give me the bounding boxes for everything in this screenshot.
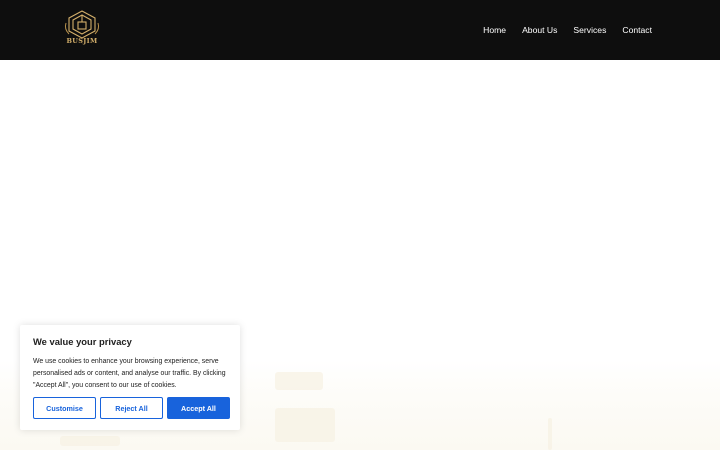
nav-services[interactable]: Services bbox=[573, 26, 606, 35]
hero-faded-graphic bbox=[275, 372, 323, 390]
hero-faded-graphic bbox=[60, 436, 120, 446]
logo-text: BUSJIM bbox=[66, 37, 98, 45]
page: BUSJIM Home About Us Services Contact We… bbox=[0, 0, 720, 450]
nav-about-us[interactable]: About Us bbox=[522, 26, 557, 35]
cookie-banner-actions: Customise Reject All Accept All bbox=[33, 397, 230, 419]
cookie-consent-banner: We value your privacy We use cookies to … bbox=[20, 325, 240, 430]
logo-emblem-icon bbox=[64, 10, 100, 39]
cookie-banner-title: We value your privacy bbox=[33, 336, 132, 347]
main-nav: Home About Us Services Contact bbox=[483, 0, 652, 60]
site-logo[interactable]: BUSJIM bbox=[62, 9, 102, 49]
cookie-banner-description: We use cookies to enhance your browsing … bbox=[33, 358, 226, 389]
hero-faded-graphic bbox=[548, 418, 552, 450]
hero-faded-graphic bbox=[275, 408, 335, 442]
reject-all-button[interactable]: Reject All bbox=[100, 397, 163, 419]
nav-home[interactable]: Home bbox=[483, 26, 506, 35]
accept-all-button[interactable]: Accept All bbox=[167, 397, 230, 419]
nav-contact[interactable]: Contact bbox=[622, 26, 652, 35]
site-header: BUSJIM Home About Us Services Contact bbox=[0, 0, 720, 60]
customise-button[interactable]: Customise bbox=[33, 397, 96, 419]
